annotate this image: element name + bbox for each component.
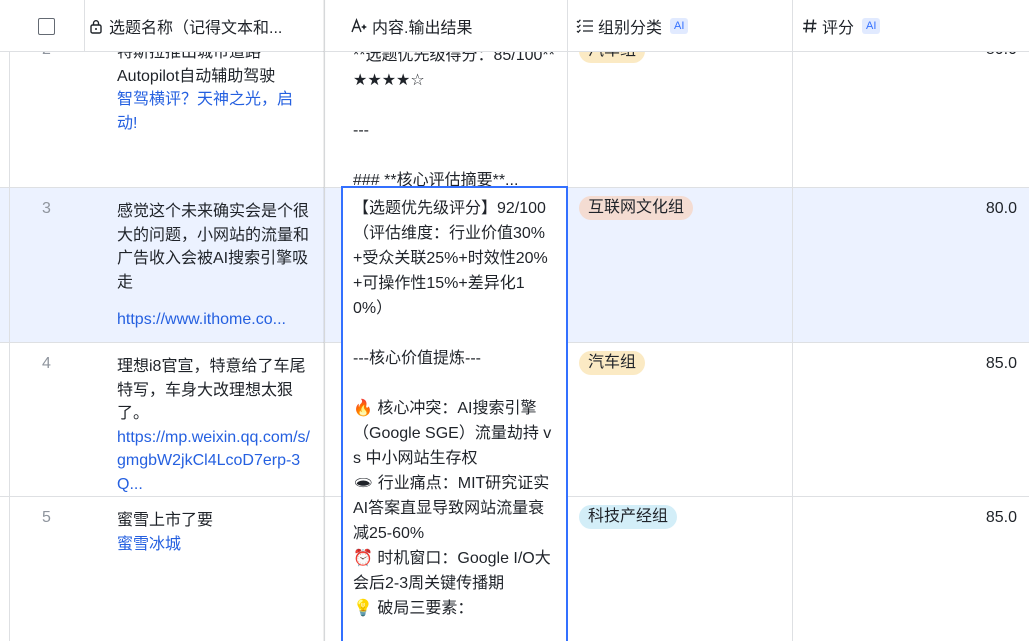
title-cell[interactable]: 4 理想i8官宣，特意给了车尾特写，车身大改理想太狠了。 https://mp.… bbox=[0, 343, 325, 496]
title-text: 理想i8官宣，特意给了车尾特写，车身大改理想太狠了。 bbox=[117, 358, 306, 422]
row-number: 4 bbox=[42, 355, 51, 372]
lock-icon bbox=[89, 19, 103, 34]
group-tag: 汽车组 bbox=[579, 351, 646, 375]
group-tag: 科技产经组 bbox=[579, 505, 678, 529]
content-text: **选题优先级得分：85/100** ★★★★☆ --- ### **核心评估摘… bbox=[353, 47, 555, 187]
score-cell[interactable]: 85.0 bbox=[793, 497, 1029, 641]
content-cell[interactable]: **选题优先级得分：85/100** ★★★★☆ --- ### **核心评估摘… bbox=[341, 29, 568, 187]
select-all-cell[interactable] bbox=[0, 0, 85, 52]
group-cell[interactable]: 互联网文化组 bbox=[568, 188, 793, 342]
score-cell[interactable]: 80.0 bbox=[793, 29, 1029, 187]
grid-left-border bbox=[9, 52, 10, 641]
data-grid: 选题名称（记得文本和... 内容.输出结果 组别分类 AI 评分 AI 2 bbox=[0, 0, 1029, 641]
score-value: 85.0 bbox=[985, 355, 1017, 372]
group-ai-badge: AI bbox=[670, 18, 689, 34]
column-score-label: 评分 bbox=[822, 20, 855, 37]
hash-icon bbox=[802, 18, 818, 34]
table-row[interactable]: 2 特斯拉推出城市道路Autopilot自动辅助驾驶 智驾横评？天神之光，启动!… bbox=[0, 29, 1029, 188]
title-link[interactable]: https://mp.weixin.qq.com/s/gmgbW2jkCl4Lc… bbox=[117, 426, 312, 497]
title-link[interactable]: 智驾横评？天神之光，启动! bbox=[117, 88, 312, 135]
title-cell[interactable]: 3 感觉这个未来确实会是个很大的问题，小网站的流量和广告收入会被AI搜索引擎吸走… bbox=[0, 188, 325, 342]
column-header-content[interactable]: 内容.输出结果 bbox=[341, 0, 568, 52]
list-icon bbox=[576, 18, 594, 34]
column-header-score[interactable]: 评分 AI bbox=[793, 0, 1029, 52]
column-group-label: 组别分类 bbox=[598, 20, 663, 37]
title-cell[interactable]: 2 特斯拉推出城市道路Autopilot自动辅助驾驶 智驾横评？天神之光，启动! bbox=[0, 29, 325, 187]
frozen-column-shadow bbox=[323, 0, 326, 641]
title-text: 感觉这个未来确实会是个很大的问题，小网站的流量和广告收入会被AI搜索引擎吸走 bbox=[117, 203, 310, 291]
select-all-checkbox[interactable] bbox=[38, 17, 55, 35]
group-tag: 互联网文化组 bbox=[579, 196, 694, 220]
group-cell[interactable]: 科技产经组 bbox=[568, 497, 793, 641]
score-value: 85.0 bbox=[985, 509, 1017, 526]
column-content-label: 内容.输出结果 bbox=[372, 20, 473, 37]
column-title-label: 选题名称（记得文本和... bbox=[109, 20, 283, 37]
score-ai-badge: AI bbox=[862, 18, 881, 34]
column-header-title[interactable]: 选题名称（记得文本和... bbox=[85, 0, 325, 52]
title-cell[interactable]: 5 蜜雪上市了要 蜜雪冰城 bbox=[0, 497, 325, 641]
score-value: 80.0 bbox=[985, 200, 1017, 217]
ai-text-icon bbox=[351, 18, 369, 34]
group-cell[interactable]: 汽车组 bbox=[568, 29, 793, 187]
group-cell[interactable]: 汽车组 bbox=[568, 343, 793, 496]
column-header-group[interactable]: 组别分类 AI bbox=[568, 0, 793, 52]
title-link[interactable]: https://www.ithome.co... bbox=[117, 308, 312, 332]
active-content-text: 【选题优先级评分】92/100（评估维度：行业价值30%+受众关联25%+时效性… bbox=[353, 200, 552, 617]
active-content-cell[interactable]: 【选题优先级评分】92/100（评估维度：行业价值30%+受众关联25%+时效性… bbox=[341, 186, 568, 641]
row-number: 5 bbox=[42, 509, 51, 526]
title-link[interactable]: 蜜雪冰城 bbox=[117, 533, 312, 557]
score-cell[interactable]: 85.0 bbox=[793, 343, 1029, 496]
title-text: 蜜雪上市了要 bbox=[117, 512, 214, 529]
row-number: 3 bbox=[42, 200, 51, 217]
score-cell[interactable]: 80.0 bbox=[793, 188, 1029, 342]
grid-header: 选题名称（记得文本和... 内容.输出结果 组别分类 AI 评分 AI bbox=[0, 0, 1029, 52]
